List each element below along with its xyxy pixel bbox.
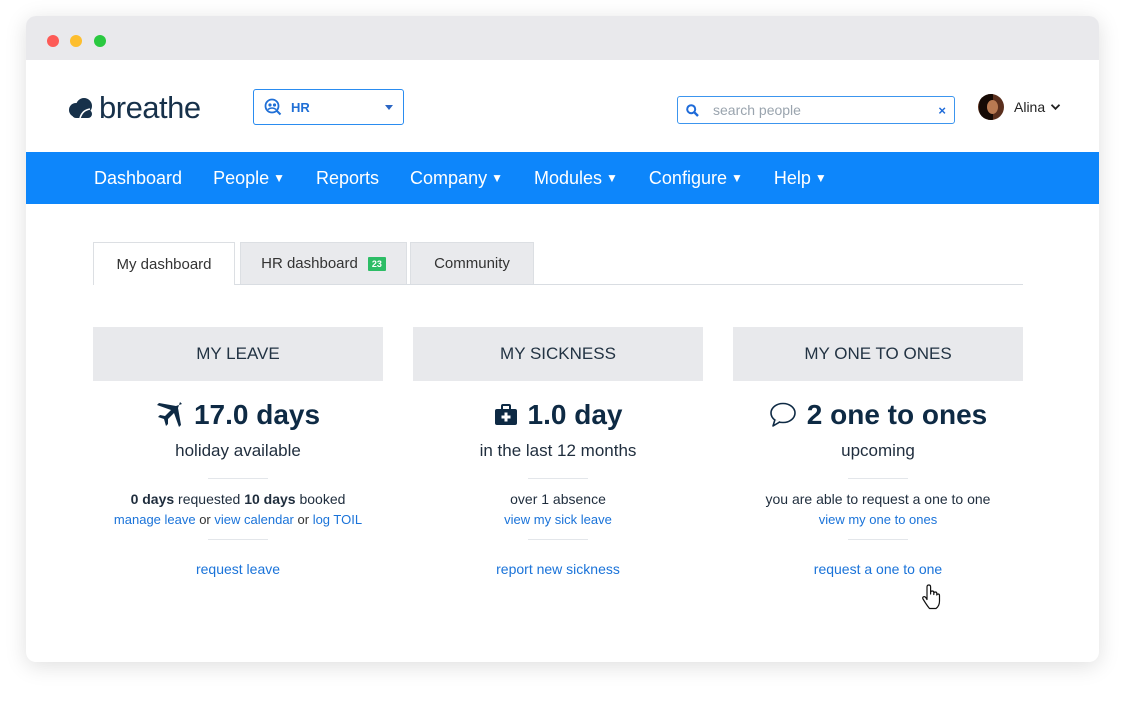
divider: [208, 478, 268, 479]
maximize-window-dot[interactable]: [94, 35, 106, 47]
requested-days: 0 days: [130, 491, 175, 507]
avatar[interactable]: [978, 94, 1004, 120]
dropdown-arrow-icon: ▼: [606, 170, 618, 185]
team-selector-value: HR: [291, 99, 310, 115]
card-title: MY SICKNESS: [413, 327, 703, 381]
leave-links: manage leave or view calendar or log TOI…: [113, 512, 363, 527]
chevron-down-icon: [1051, 104, 1061, 111]
nav-dashboard[interactable]: Dashboard: [94, 168, 182, 189]
sickness-summary: 1.0 day: [413, 398, 703, 432]
request-leave-link[interactable]: request leave: [93, 561, 383, 577]
tab-hr-dashboard[interactable]: HR dashboard 23: [240, 242, 407, 284]
my-leave-card: MY LEAVE 17.0 days holiday available 0 d…: [93, 327, 383, 577]
booked-days: 10 days: [244, 491, 296, 507]
report-sickness-link[interactable]: report new sickness: [413, 561, 703, 577]
browser-window: breathe HR × Alina: [26, 16, 1099, 662]
view-one-to-ones-link[interactable]: view my one to ones: [819, 512, 938, 527]
nav-modules[interactable]: Modules ▼: [534, 168, 618, 189]
hand-pointer-cursor-icon: [922, 584, 941, 610]
plane-icon: [156, 402, 184, 428]
view-calendar-link[interactable]: view calendar: [214, 512, 294, 527]
dashboard-tabs: My dashboard HR dashboard 23 Community: [93, 242, 1023, 285]
one-to-ones-value: 2 one to ones: [806, 399, 988, 430]
search-input[interactable]: [713, 102, 939, 118]
divider: [848, 478, 908, 479]
nav-people[interactable]: People ▼: [213, 168, 285, 189]
logo-text: breathe: [99, 90, 201, 125]
leave-summary: 17.0 days: [93, 398, 383, 432]
app-header: breathe HR × Alina: [26, 60, 1099, 152]
request-one-to-one-link[interactable]: request a one to one: [733, 561, 1023, 577]
leave-stats: 0 days requested 10 days booked: [130, 491, 346, 507]
sickness-links: view my sick leave: [413, 512, 703, 527]
card-title: MY ONE TO ONES: [733, 327, 1023, 381]
divider: [528, 478, 588, 479]
search-bar: ×: [677, 96, 955, 124]
close-window-dot[interactable]: [47, 35, 59, 47]
dropdown-arrow-icon: ▼: [491, 170, 503, 185]
nav-company[interactable]: Company ▼: [410, 168, 503, 189]
card-title: MY LEAVE: [93, 327, 383, 381]
clear-search-icon[interactable]: ×: [938, 103, 946, 118]
dropdown-arrow-icon: ▼: [814, 170, 827, 185]
main-nav: Dashboard People ▼ Reports Company ▼ Modul…: [26, 152, 1099, 204]
sickness-days-value: 1.0 day: [527, 399, 623, 430]
divider: [528, 539, 588, 540]
nav-configure[interactable]: Configure ▼: [649, 168, 743, 189]
nav-help[interactable]: Help ▼: [774, 168, 827, 189]
minimize-window-dot[interactable]: [70, 35, 82, 47]
sickness-detail: over 1 absence: [510, 491, 606, 507]
one-to-ones-summary: 2 one to ones: [733, 398, 1023, 432]
notification-badge: 23: [367, 256, 386, 271]
team-selector[interactable]: HR: [253, 89, 404, 125]
divider: [848, 539, 908, 540]
tab-community[interactable]: Community: [410, 242, 534, 284]
search-icon: [686, 103, 699, 117]
leave-subtitle: holiday available: [175, 441, 301, 460]
divider: [208, 539, 268, 540]
dropdown-arrow-icon: ▼: [273, 170, 286, 185]
one-to-ones-subtitle: upcoming: [841, 441, 915, 460]
window-titlebar: [26, 16, 1099, 60]
log-toil-link[interactable]: log TOIL: [313, 512, 362, 527]
breathe-logo[interactable]: breathe: [66, 92, 201, 123]
team-icon: [264, 98, 282, 116]
manage-leave-link[interactable]: manage leave: [114, 512, 196, 527]
one-to-ones-links: view my one to ones: [733, 512, 1023, 527]
user-name: Alina: [1014, 99, 1046, 115]
my-sickness-card: MY SICKNESS 1.0 day in the last 12 month…: [413, 327, 703, 577]
view-sick-leave-link[interactable]: view my sick leave: [504, 512, 612, 527]
speech-bubble-icon: [769, 402, 797, 428]
user-menu[interactable]: Alina: [978, 94, 1061, 120]
leave-days-value: 17.0 days: [193, 399, 321, 430]
caret-down-icon: [385, 104, 393, 110]
cloud-logo-icon: [69, 97, 92, 118]
sickness-subtitle: in the last 12 months: [479, 441, 637, 460]
nav-reports[interactable]: Reports: [316, 168, 379, 189]
one-to-ones-detail: you are able to request a one to one: [765, 491, 991, 507]
tab-my-dashboard[interactable]: My dashboard: [93, 242, 235, 285]
my-one-to-ones-card: MY ONE TO ONES 2 one to ones upcoming yo…: [733, 327, 1023, 577]
medical-kit-icon: [494, 404, 518, 426]
dropdown-arrow-icon: ▼: [730, 170, 743, 185]
